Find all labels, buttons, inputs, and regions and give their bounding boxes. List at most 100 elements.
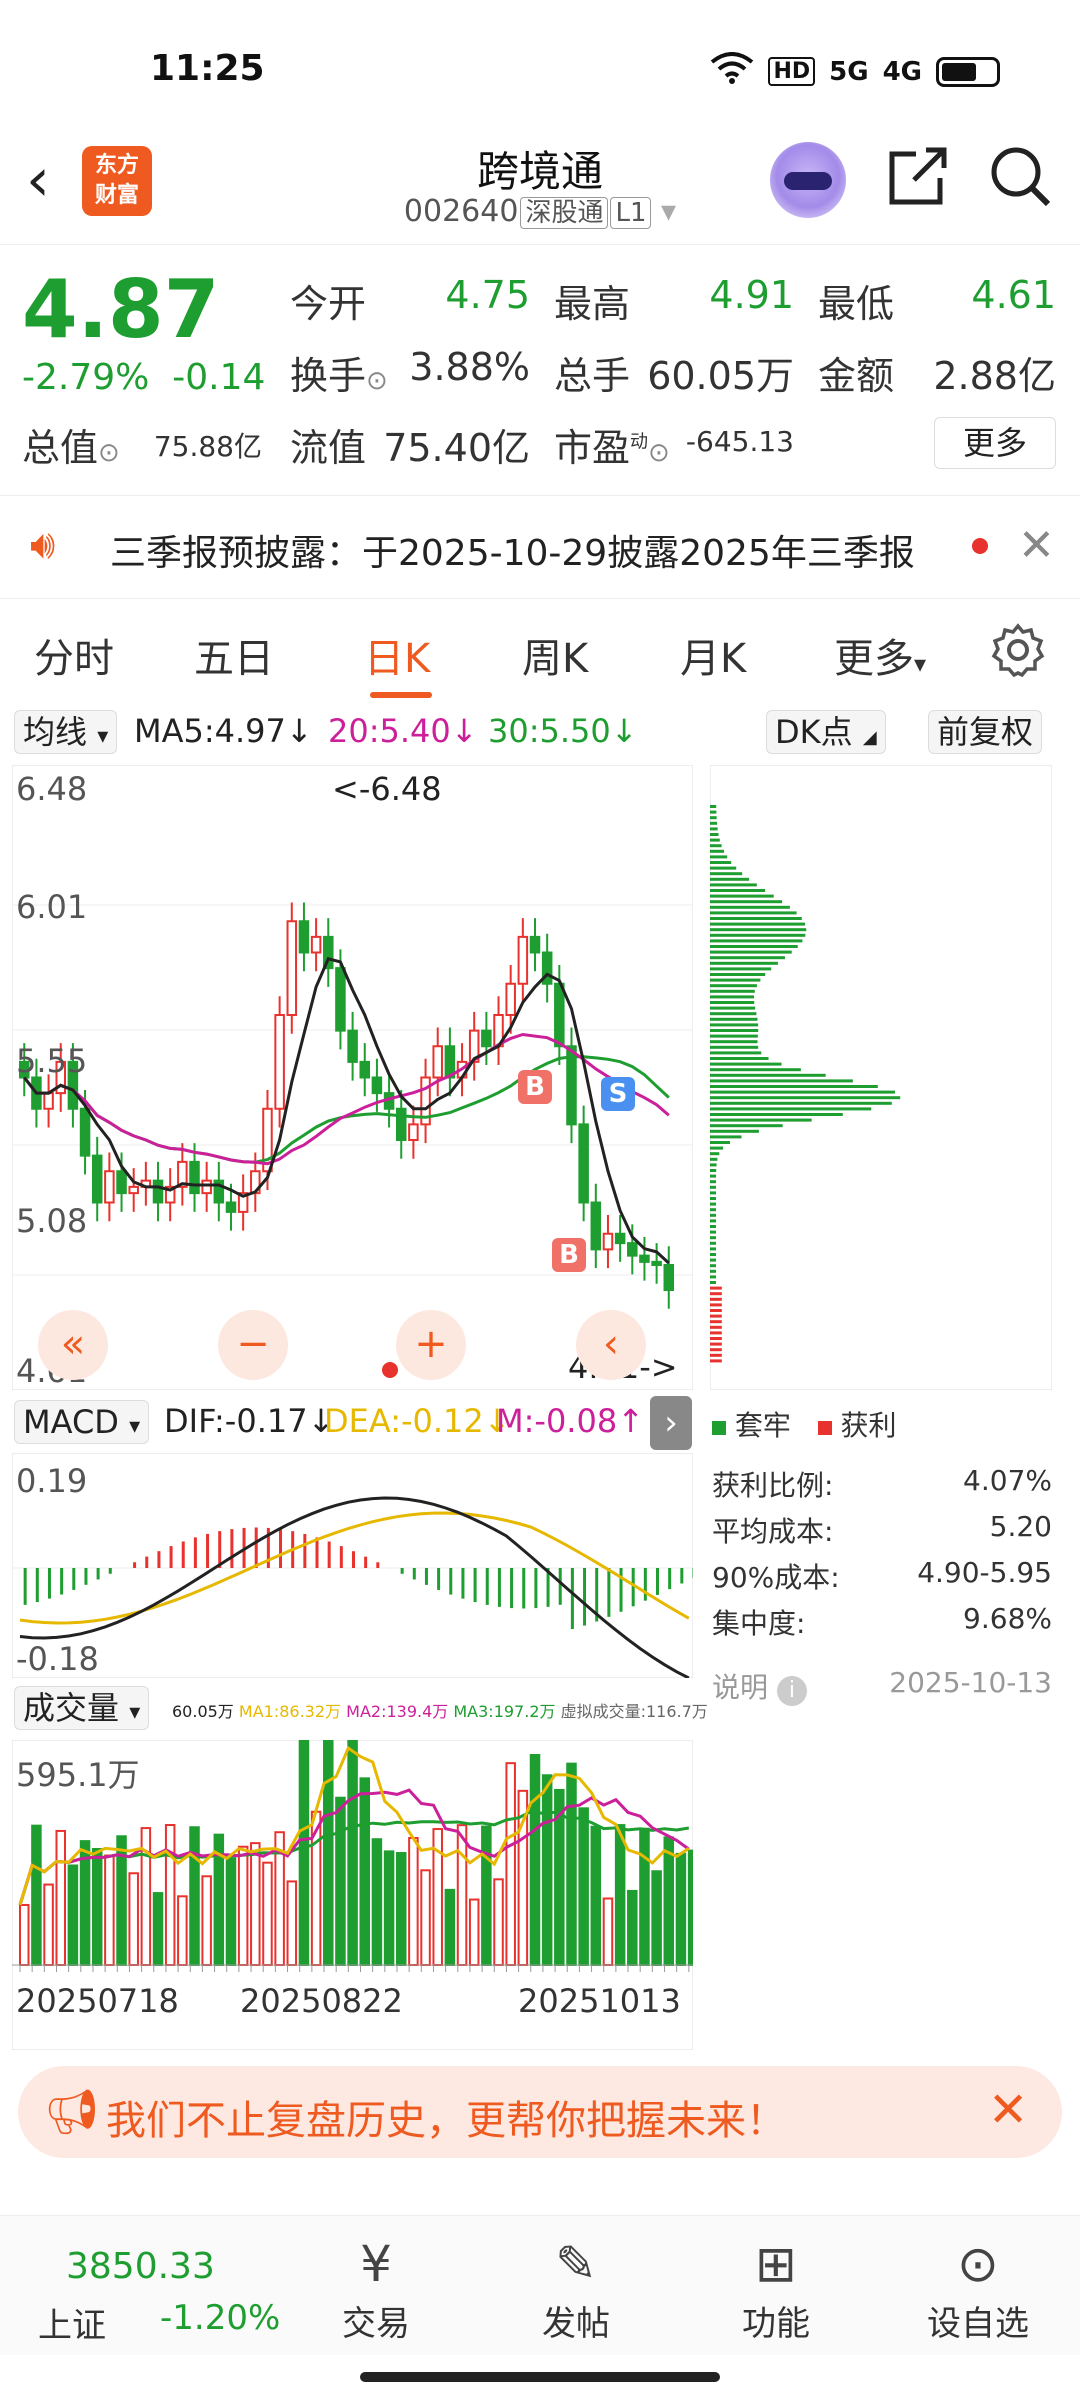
macd-chart[interactable] [12,1453,693,1678]
chip-bar [710,838,720,842]
chip-bar [710,833,719,836]
macd-bar [692,1568,693,1579]
volume-bar [505,1762,516,1966]
info-icon: i [776,1676,807,1706]
chip-bar [710,1012,757,1016]
volume-bar [395,1852,407,1966]
chip-bar [710,844,722,848]
volume-bar [237,1845,249,1966]
adjust-selector[interactable]: 前复权 [928,710,1043,754]
report-notice[interactable]: 🔊︎ 三季报预披露：于2025-10-29披露2025年三季报 ✕ [0,495,1080,599]
settings-gear-icon[interactable] [990,622,1046,688]
macd-top-label: 0.19 [16,1462,88,1500]
max-price-note: <-6.48 [332,770,442,808]
more-button[interactable]: 更多 [934,417,1056,469]
date-tick-2: 20250822 [240,1982,403,2020]
volume-bar [262,1861,273,1966]
macd-bar [60,1568,64,1595]
amount-item: 金额 2.88亿 [818,354,1056,398]
chip-bar [710,978,761,982]
zoom-out-icon[interactable]: − [218,1310,288,1380]
chip-bar [710,1124,783,1128]
chip-bar [710,1152,720,1156]
chevron-right-icon[interactable]: › [650,1396,692,1450]
tab-intraday[interactable]: 分时 [34,626,114,684]
indicator-selector[interactable]: 均线 ▾ [14,710,118,754]
info-icon: ⊙ [648,438,670,468]
candlestick-chart[interactable] [12,765,693,1390]
dropdown-triangle-icon: ▾ [661,194,677,229]
search-icon[interactable] [988,144,1052,222]
chip-bar [710,956,785,960]
macd-bar [145,1556,149,1568]
chip-bar [710,973,766,976]
chip-distribution-chart[interactable] [710,765,1052,1390]
tab-weekly-k[interactable]: 周K [522,626,588,684]
index-value[interactable]: 3850.33 [66,2246,215,2287]
dk-point-selector[interactable]: DK点 ◢ [766,710,886,754]
chip-bar [710,872,743,876]
chip-bar [710,945,798,948]
chip-bar [710,995,755,999]
scroll-left-icon[interactable]: ‹ [576,1310,646,1380]
nav-post[interactable]: ✎ 发帖 [506,2232,646,2345]
quote-panel: 4.87 -2.79% -0.14 今开 4.75 最高 4.91 最低 4.61 换… [0,245,1080,495]
pe-item: 市盈动⊙ -645.13 [554,425,794,470]
grid-icon: ⊞ [755,2235,797,2293]
stat-90-cost: 90%成本: 4.90-5.95 [712,1556,1052,1594]
chip-bar [710,1073,826,1077]
ma5-label: MA5:4.97↓ [134,712,313,750]
close-icon[interactable]: ✕ [988,2082,1028,2138]
share-icon[interactable] [886,144,950,222]
volume-bar [55,1829,66,1966]
macd-selector[interactable]: MACD ▾ [14,1400,150,1444]
close-icon[interactable]: ✕ [1018,520,1055,571]
nav-watchlist[interactable]: ⊙ 设自选 [908,2232,1048,2345]
ai-assistant-icon[interactable] [770,142,846,218]
volume-selector[interactable]: 成交量 ▾ [14,1686,150,1730]
macd-bar [279,1529,283,1568]
macd-bar [510,1568,514,1609]
volume-bar [225,1857,237,1966]
tab-monthly-k[interactable]: 月K [680,626,746,684]
macd-bar [206,1533,210,1568]
macd-bar [656,1568,660,1595]
info-icon: ⊙ [98,438,120,468]
level-tag: L1 [610,197,652,229]
last-price: 4.87 [22,263,220,356]
candle-body [432,1045,443,1079]
mktcap-item: 总值⊙ 75.88亿 [22,426,262,470]
zoom-in-icon[interactable]: + [396,1310,466,1380]
float-item: 流值 75.40亿 [290,426,530,470]
candle-body [408,1123,419,1141]
m-label: M:-0.08↑ [496,1402,644,1440]
chip-note[interactable]: 说明 i 2025-10-13 [712,1666,1052,1706]
candle-body [189,1160,200,1195]
chip-bar [710,922,806,926]
scroll-left-fast-icon[interactable]: « [38,1310,108,1380]
tab-more[interactable]: 更多▾ [834,626,926,684]
macd-bar [193,1537,197,1568]
chip-bar [710,984,757,988]
tab-five-day[interactable]: 五日 [194,626,274,684]
macd-bar [35,1568,39,1603]
volume-bar [286,1880,298,1966]
nav-trade[interactable]: ¥ 交易 [306,2232,446,2345]
promo-banner[interactable]: 📢︎ 我们不止复盘历史，更帮你把握未来！ ✕ [18,2066,1062,2158]
dif-label: DIF:-0.17↓ [164,1402,335,1440]
y-tick-2: 6.01 [16,888,88,926]
volume-ma-row: 60.05万 MA1:86.32万 MA2:139.4万 MA3:197.2万 … [172,1702,708,1721]
tab-daily-k[interactable]: 日K [364,626,430,684]
signal-4g-icon: 4G [882,56,922,87]
index-name: 上证 [38,2306,106,2346]
macd-bar [558,1568,562,1605]
chip-bar [710,1141,730,1144]
signal-5g-icon: 5G [829,56,869,87]
high-item: 最高 4.91 [554,273,794,326]
nav-function[interactable]: ⊞ 功能 [706,2232,846,2345]
banner-text: 我们不止复盘历史，更帮你把握未来！ [106,2098,786,2144]
candle-body [602,1232,614,1251]
volume-bar [602,1897,614,1967]
chip-bar [710,1286,722,1290]
volume-bar [590,1825,602,1966]
